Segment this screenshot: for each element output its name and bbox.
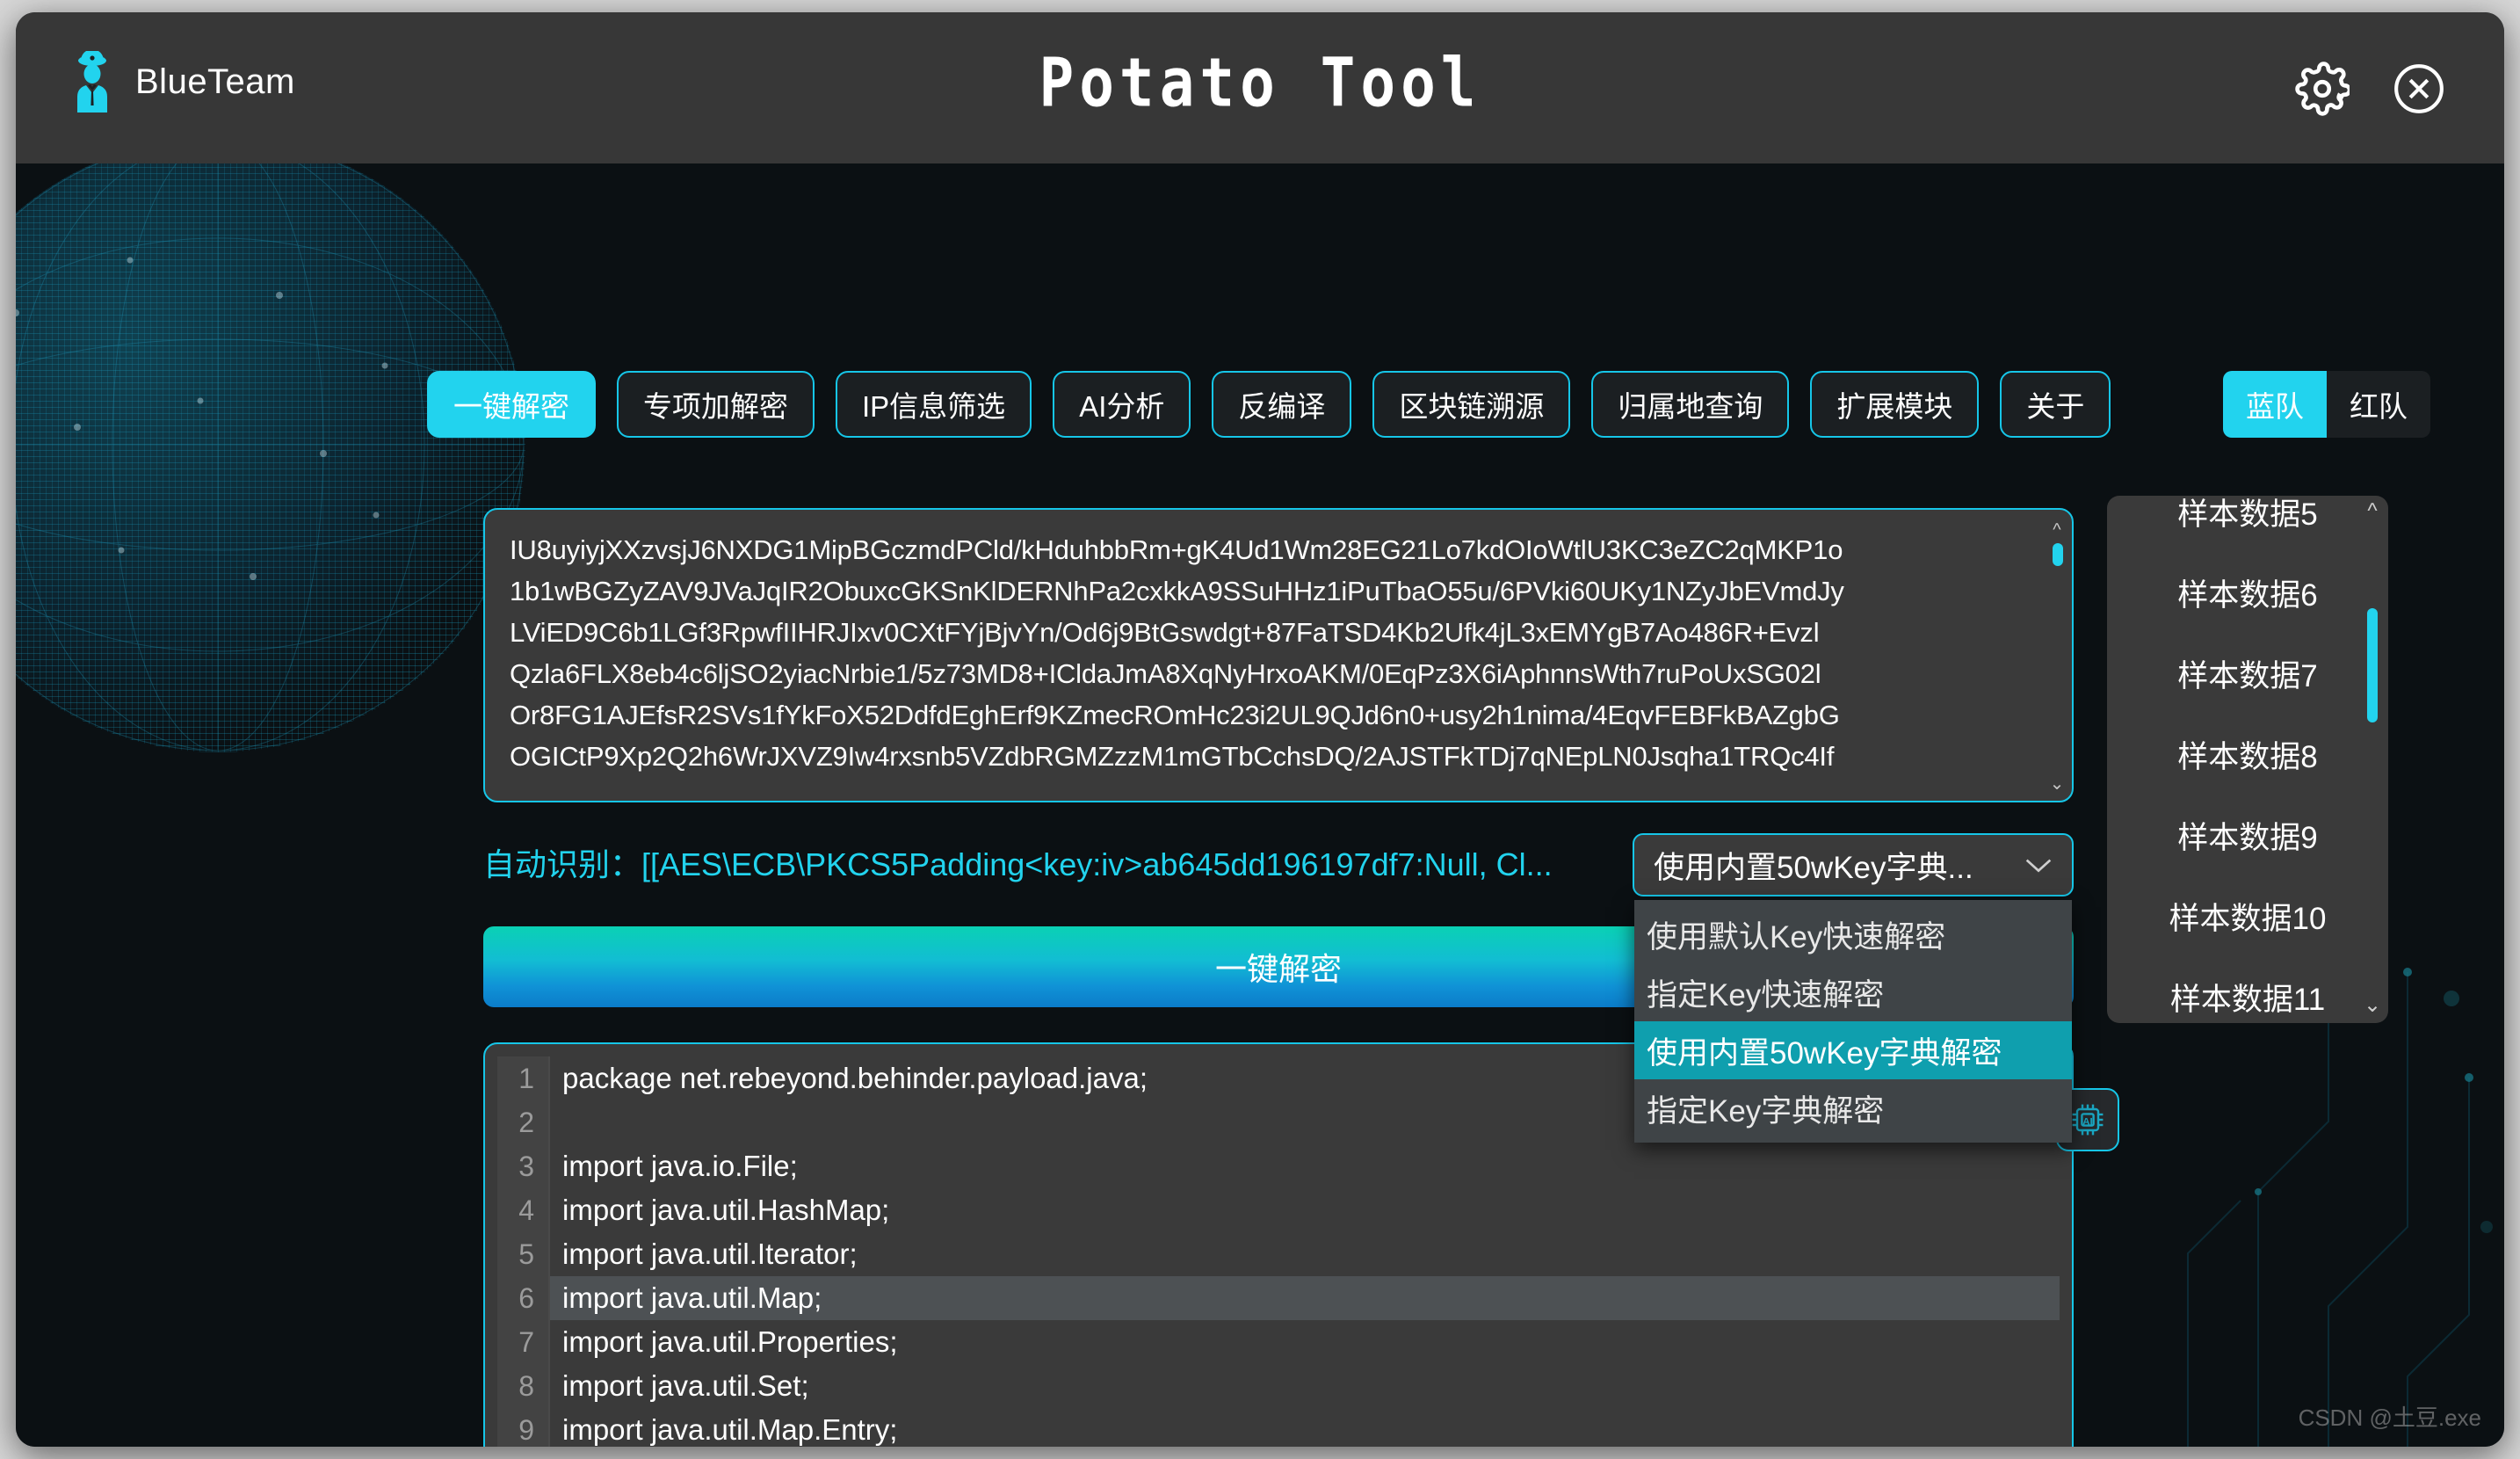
sample-data-list-panel: 样本数据5 样本数据6 样本数据7 样本数据8 样本数据9 样本数据10 样本数… xyxy=(2107,496,2388,1023)
app-window: BlueTeam Potato Tool xyxy=(16,12,2504,1447)
team-toggle-blue[interactable]: 蓝队 xyxy=(2223,371,2327,438)
cipher-line: OGICtP9Xp2Q2h6WrJXVZ9Iw4rxsnb5VZdbRGMZzz… xyxy=(510,736,2030,777)
code-line-text: import java.io.File; xyxy=(548,1144,798,1188)
tab-label: 区块链溯源 xyxy=(1399,383,1544,425)
code-line-number: 4 xyxy=(497,1188,548,1232)
key-mode-select-value: 使用内置50wKey字典... xyxy=(1654,843,2024,888)
watermark: CSDN @土豆.exe xyxy=(2299,1400,2481,1433)
tab-blockchain-trace[interactable]: 区块链溯源 xyxy=(1372,371,1570,438)
code-line-number: 8 xyxy=(497,1364,548,1408)
team-toggle: 蓝队 红队 xyxy=(2223,371,2430,438)
cipher-input[interactable]: IU8uyiyjXXzvsjJ6NXDG1MipBGczmdPCld/kHduh… xyxy=(483,508,2074,802)
chevron-down-icon[interactable]: ⌄ xyxy=(2364,997,2381,1016)
title-bar: BlueTeam Potato Tool xyxy=(16,12,2504,163)
code-line: 4import java.util.HashMap; xyxy=(497,1188,2060,1232)
globe-grid-decoration xyxy=(16,163,525,752)
cipher-line: LViED9C6b1LGf3RpwfIIHRJIxv0CXtFYjBjvYn/O… xyxy=(510,612,2030,653)
chevron-up-icon[interactable]: ^ xyxy=(2364,503,2381,522)
code-line-text: import java.util.Map.Entry; xyxy=(548,1408,897,1447)
code-line-number: 6 xyxy=(497,1276,548,1320)
tab-label: 扩展模块 xyxy=(1836,383,1952,425)
auto-detect-prefix: 自动识别： xyxy=(483,846,641,882)
code-line-number: 7 xyxy=(497,1320,548,1364)
sample-list-scrollbar[interactable]: ^ ⌄ xyxy=(2364,503,2381,1016)
code-line-number: 3 xyxy=(497,1144,548,1188)
dropdown-option-specified-dict[interactable]: 指定Key字典解密 xyxy=(1634,1079,2072,1137)
sample-scrollbar-thumb[interactable] xyxy=(2367,608,2378,722)
cipher-line: IU8uyiyjXXzvsjJ6NXDG1MipBGczmdPCld/kHduh… xyxy=(510,529,2030,570)
code-line-number: 1 xyxy=(497,1056,548,1100)
main-content: 一键解密 专项加解密 IP信息筛选 AI分析 反编译 区块链溯源 归属地查询 扩… xyxy=(16,163,2504,1447)
list-item[interactable]: 样本数据11 xyxy=(2107,956,2388,1023)
list-item[interactable]: 样本数据7 xyxy=(2107,633,2388,714)
cipher-line: Qzla6FLX8eb4c6ljSO2yiacNrbie1/5z73MD8+IC… xyxy=(510,653,2030,694)
cipher-line: Or8FG1AJEfsR2SVs1fYkFoX52DdfdEghErf9KZme… xyxy=(510,694,2030,736)
code-line-text: import java.util.HashMap; xyxy=(548,1188,889,1232)
list-item[interactable]: 样本数据6 xyxy=(2107,552,2388,633)
tab-ip-info-filter[interactable]: IP信息筛选 xyxy=(836,371,1032,438)
dropdown-option-specified-key[interactable]: 指定Key快速解密 xyxy=(1634,963,2072,1021)
list-item[interactable]: 样本数据9 xyxy=(2107,795,2388,875)
tab-label: 反编译 xyxy=(1238,383,1325,425)
code-line: 8import java.util.Set; xyxy=(497,1364,2060,1408)
code-line-text xyxy=(548,1100,562,1144)
chevron-down-icon[interactable]: ⌄ xyxy=(2049,776,2065,792)
dropdown-option-builtin-dict[interactable]: 使用内置50wKey字典解密 xyxy=(1634,1021,2072,1079)
tab-label: 归属地查询 xyxy=(1618,383,1763,425)
tab-ai-analysis[interactable]: AI分析 xyxy=(1053,371,1191,438)
tab-extension-module[interactable]: 扩展模块 xyxy=(1810,371,1979,438)
close-circle-icon xyxy=(2392,62,2446,116)
tab-one-click-decrypt[interactable]: 一键解密 xyxy=(427,371,596,438)
code-line-number: 2 xyxy=(497,1100,548,1144)
tab-label: 关于 xyxy=(2026,383,2084,425)
key-mode-select[interactable]: 使用内置50wKey字典... xyxy=(1633,833,2074,896)
sample-data-list: 样本数据5 样本数据6 样本数据7 样本数据8 样本数据9 样本数据10 样本数… xyxy=(2107,496,2388,1023)
code-line-number: 9 xyxy=(497,1408,548,1447)
cipher-scrollbar[interactable]: ^ ⌄ xyxy=(2049,522,2065,792)
code-line-text: import java.util.Properties; xyxy=(548,1320,897,1364)
tab-location-query[interactable]: 归属地查询 xyxy=(1591,371,1789,438)
tab-label: IP信息筛选 xyxy=(862,383,1005,425)
tab-label: AI分析 xyxy=(1079,383,1164,425)
nav-bar: 一键解密 专项加解密 IP信息筛选 AI分析 反编译 区块链溯源 归属地查询 扩… xyxy=(427,371,2111,438)
code-line: 7import java.util.Properties; xyxy=(497,1320,2060,1364)
code-line-text: package net.rebeyond.behinder.payload.ja… xyxy=(548,1056,1148,1100)
code-line: 9import java.util.Map.Entry; xyxy=(497,1408,2060,1447)
code-line-text: import java.util.Map; xyxy=(548,1276,822,1320)
page-title: Potato Tool xyxy=(16,44,2504,122)
ai-chip-icon: AI xyxy=(2067,1099,2109,1141)
cipher-scrollbar-thumb[interactable] xyxy=(2053,543,2063,566)
code-line: 6import java.util.Map; xyxy=(497,1276,2060,1320)
dropdown-option-default-key[interactable]: 使用默认Key快速解密 xyxy=(1634,905,2072,963)
code-line: 3import java.io.File; xyxy=(497,1144,2060,1188)
tab-label: 专项加解密 xyxy=(643,383,788,425)
settings-button[interactable] xyxy=(2295,62,2350,116)
cipher-line: 1b1wBGZyZAV9JVaJqIR2ObuxcGKSnKlDERNhPa2c… xyxy=(510,570,2030,612)
list-item[interactable]: 样本数据5 xyxy=(2107,496,2388,552)
auto-detect-value: [[AES\ECB\PKCS5Padding<key:iv>ab645dd196… xyxy=(641,846,1553,882)
code-line-number: 5 xyxy=(497,1232,548,1276)
tab-about[interactable]: 关于 xyxy=(2000,371,2111,438)
chevron-down-icon xyxy=(2024,856,2053,874)
team-toggle-red[interactable]: 红队 xyxy=(2327,371,2430,438)
tab-label: 一键解密 xyxy=(453,383,569,425)
gear-icon xyxy=(2295,62,2350,116)
auto-detect-label: 自动识别：[[AES\ECB\PKCS5Padding<key:iv>ab645… xyxy=(483,839,1553,885)
code-line: 5import java.util.Iterator; xyxy=(497,1232,2060,1276)
chevron-up-icon[interactable]: ^ xyxy=(2049,522,2065,538)
tab-special-encrypt-decrypt[interactable]: 专项加解密 xyxy=(617,371,815,438)
code-line-text: import java.util.Set; xyxy=(548,1364,809,1408)
list-item[interactable]: 样本数据8 xyxy=(2107,714,2388,795)
key-mode-dropdown[interactable]: 使用默认Key快速解密 指定Key快速解密 使用内置50wKey字典解密 指定K… xyxy=(1634,900,2072,1143)
list-item[interactable]: 样本数据10 xyxy=(2107,875,2388,956)
code-line-text: import java.util.Iterator; xyxy=(548,1232,858,1276)
tab-decompile[interactable]: 反编译 xyxy=(1212,371,1351,438)
svg-text:AI: AI xyxy=(2082,1116,2092,1127)
close-button[interactable] xyxy=(2392,62,2446,116)
